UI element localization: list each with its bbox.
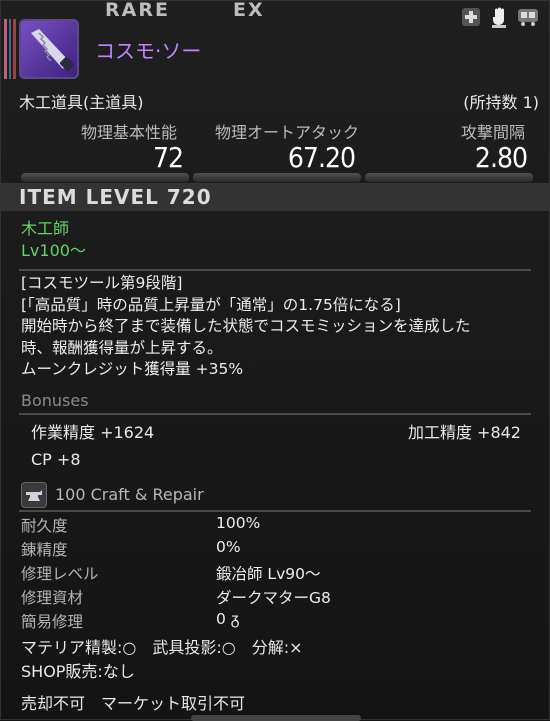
- description-line: 開始時から終了まで装備した状態でコスモミッションを達成した: [21, 317, 471, 335]
- item-name: コスモ·ソー: [95, 39, 202, 63]
- materia-flags: マテリア精製:○ 武具投影:○ 分解:×: [21, 638, 303, 657]
- item-description: [コスモツール第9段階] [「高品質」時の品質上昇量が「通常」の1.75倍になる…: [21, 273, 541, 381]
- top-icon-group: [461, 7, 539, 29]
- stat-bar-delay: [365, 173, 533, 182]
- divider-description: [19, 269, 531, 271]
- item-type: 木工道具(主道具): [19, 93, 144, 112]
- stat-bar-auto-attack: [193, 173, 361, 182]
- rarity-stripes: [4, 19, 17, 79]
- item-tooltip: RARE EX コスモ·ソー 木工道具(主道具) (所持数 1) 物理基本性能 …: [0, 0, 550, 721]
- bonuses-title: Bonuses: [21, 391, 89, 410]
- plus-cross-icon[interactable]: [461, 7, 481, 29]
- cart-icon[interactable]: [517, 7, 539, 29]
- description-line: [コスモツール第9段階]: [21, 274, 183, 292]
- stat-value-physical-damage: 72: [152, 141, 184, 174]
- bonus-craftsmanship: 作業精度 +1624: [31, 423, 155, 442]
- repair-material-label: 修理資材: [21, 589, 84, 607]
- quick-repair-value: 0 ᵹ: [216, 610, 240, 628]
- quick-repair-label: 簡易修理: [21, 613, 84, 631]
- glove-hand-icon[interactable]: [489, 7, 509, 29]
- stat-label-auto-attack: 物理オートアタック: [215, 123, 360, 142]
- class-job: 木工師: [21, 219, 70, 238]
- repair-level-label: 修理レベル: [21, 565, 99, 583]
- item-level: ITEM LEVEL 720: [19, 185, 212, 209]
- anvil-icon: [21, 482, 47, 508]
- description-line: [「高品質」時の品質上昇量が「通常」の1.75倍になる]: [21, 295, 401, 314]
- divider-bonuses: [19, 413, 531, 415]
- spiritbond-value: 0%: [216, 538, 241, 556]
- stat-value-delay: 2.80: [474, 141, 528, 174]
- owned-count: (所持数 1): [463, 93, 539, 112]
- rarity-tag-rare: RARE: [105, 0, 170, 21]
- stat-value-auto-attack: 67.20: [287, 141, 356, 174]
- bonus-cp: CP +8: [31, 450, 81, 469]
- durability-label: 耐久度: [21, 517, 68, 535]
- bonus-control: 加工精度 +842: [407, 423, 521, 442]
- shop-sale: SHOP販売:なし: [21, 662, 135, 681]
- repair-material-value: ダークマターG8: [216, 589, 331, 607]
- stat-bar-physical-damage: [21, 173, 189, 182]
- repair-level-value: 鍛冶師 Lv90～: [216, 565, 321, 583]
- craft-repair-title: 100 Craft & Repair: [55, 485, 204, 504]
- stat-label-delay: 攻撃間隔: [461, 123, 526, 142]
- divider-craft: [19, 510, 531, 512]
- rarity-tag-ex: EX: [233, 0, 265, 21]
- description-line: ムーンクレジット獲得量 +35%: [21, 360, 244, 378]
- durability-value: 100%: [216, 514, 261, 532]
- item-saw-icon: [19, 19, 79, 79]
- sale-restrictions: 売却不可 マーケット取引不可: [21, 694, 246, 713]
- description-line: 時、報酬獲得量が上昇する。: [21, 338, 223, 357]
- scroll-indicator: [191, 715, 361, 721]
- stat-label-physical-damage: 物理基本性能: [81, 123, 178, 142]
- spiritbond-label: 錬精度: [21, 541, 68, 559]
- level-requirement: Lv100～: [21, 241, 86, 260]
